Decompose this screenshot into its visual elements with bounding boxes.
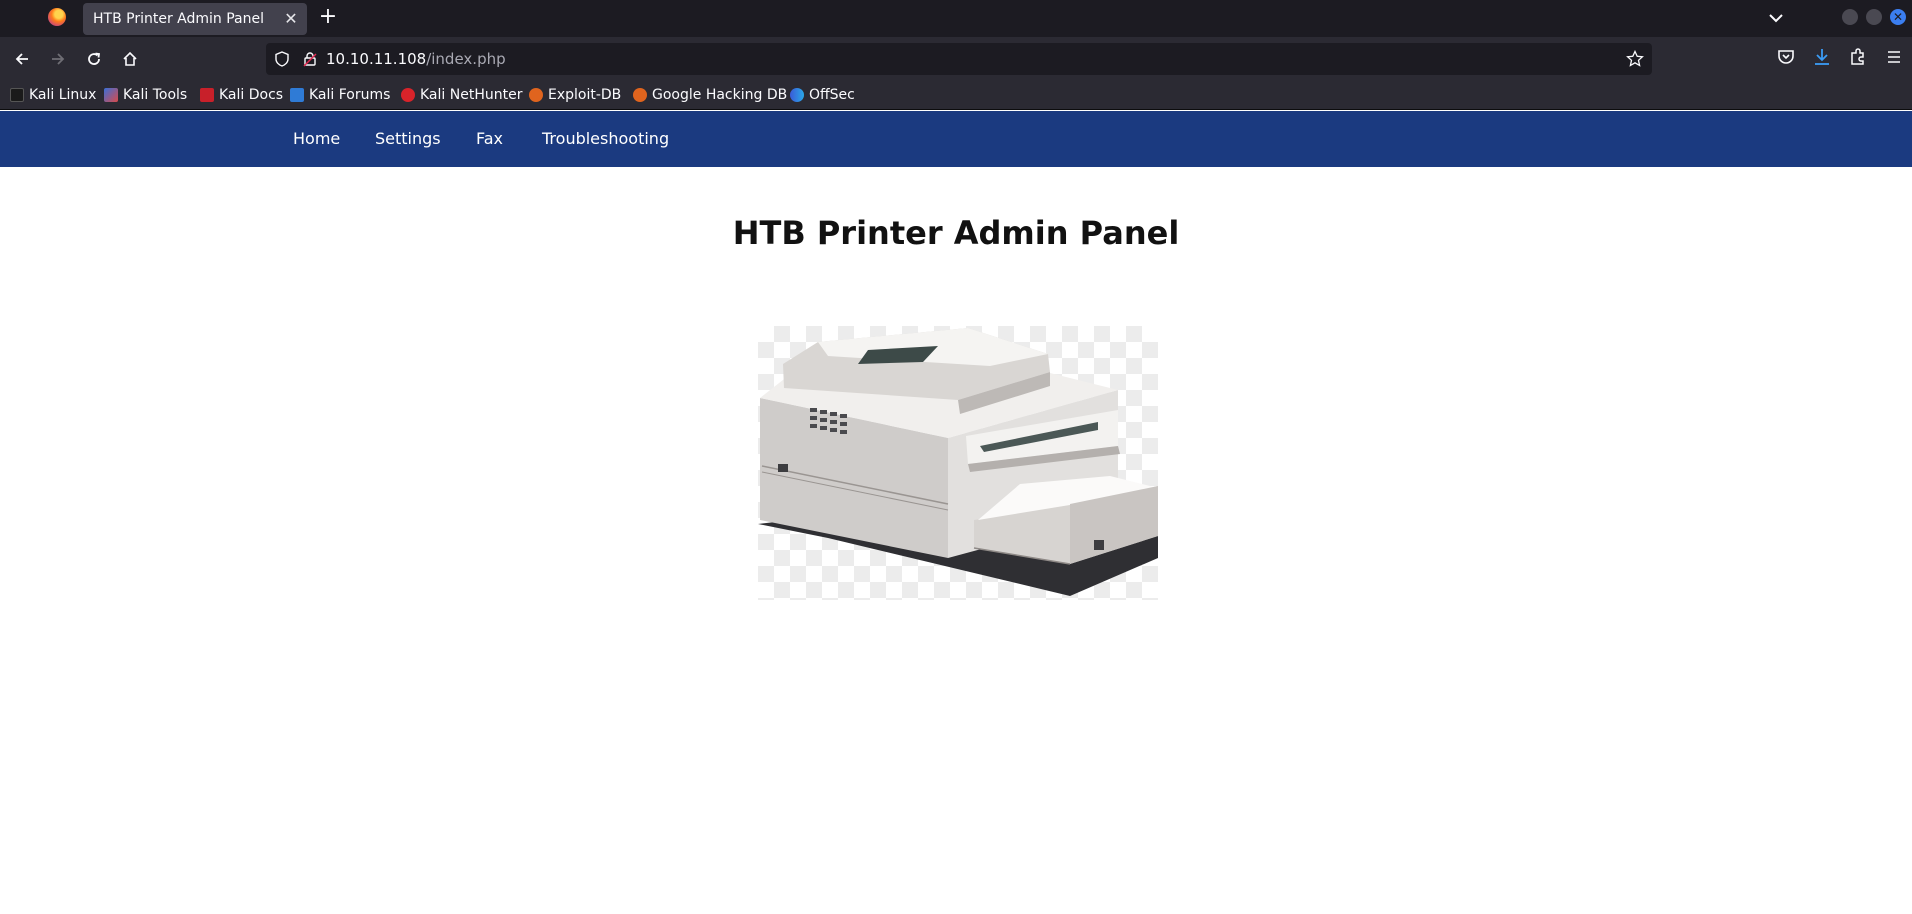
url-path: /index.php — [426, 50, 506, 68]
bookmark-kali-linux[interactable]: Kali Linux — [10, 86, 96, 104]
url-text: 10.10.11.108/index.php — [326, 50, 506, 68]
reload-button[interactable] — [80, 45, 108, 73]
bookmark-label: Kali Linux — [29, 87, 97, 103]
bookmark-google-hacking-db[interactable]: Google Hacking DB — [633, 86, 787, 104]
bookmark-label: Kali Docs — [219, 87, 284, 103]
bookmark-offsec[interactable]: OffSec — [790, 86, 855, 104]
nav-fax-link[interactable]: Fax — [476, 129, 503, 148]
pocket-icon[interactable] — [1774, 45, 1798, 69]
back-arrow-icon — [15, 53, 28, 65]
tab-list-chevron-icon[interactable] — [1764, 7, 1788, 29]
nav-troubleshooting-link[interactable]: Troubleshooting — [542, 129, 669, 148]
site-nav-bar: Home Settings Fax Troubleshooting — [0, 111, 1912, 167]
forward-button[interactable] — [44, 45, 72, 73]
downloads-icon[interactable] — [1810, 45, 1834, 69]
exploit-db-icon — [529, 88, 543, 102]
bookmark-kali-forums[interactable]: Kali Forums — [290, 86, 390, 104]
bookmark-label: Google Hacking DB — [652, 87, 788, 103]
bookmark-kali-docs[interactable]: Kali Docs — [200, 86, 283, 104]
menu-hamburger-icon[interactable] — [1882, 45, 1906, 69]
browser-nav-bar: 10.10.11.108/index.php — [0, 37, 1912, 81]
bookmarks-toolbar: Kali Linux Kali Tools Kali Docs Kali For… — [0, 81, 1912, 110]
kali-nethunter-icon — [401, 88, 415, 102]
home-icon — [123, 51, 137, 66]
home-button[interactable] — [116, 45, 144, 73]
browser-tab[interactable]: HTB Printer Admin Panel ✕ — [83, 3, 307, 35]
kali-docs-icon — [200, 88, 214, 102]
offsec-icon — [790, 88, 804, 102]
bookmark-label: Kali Tools — [123, 87, 188, 103]
kali-tools-icon — [104, 88, 118, 102]
bookmark-exploit-db[interactable]: Exploit-DB — [529, 86, 621, 104]
kali-forums-icon — [290, 88, 304, 102]
new-tab-button[interactable]: + — [316, 6, 340, 30]
insecure-lock-icon[interactable] — [302, 51, 318, 67]
page-title: HTB Printer Admin Panel — [732, 214, 1180, 252]
kali-dragon-icon — [10, 88, 24, 102]
forward-arrow-icon — [52, 53, 65, 65]
bookmark-label: Kali NetHunter — [420, 87, 523, 103]
close-window-button[interactable]: ✕ — [1890, 9, 1906, 25]
close-tab-icon[interactable]: ✕ — [281, 9, 301, 29]
ghdb-icon — [633, 88, 647, 102]
bookmark-star-icon[interactable] — [1626, 50, 1644, 68]
printer-image — [758, 326, 1158, 600]
tracking-protection-shield-icon[interactable] — [274, 51, 290, 67]
tab-title: HTB Printer Admin Panel — [93, 11, 264, 27]
url-host: 10.10.11.108 — [326, 50, 427, 68]
bookmark-kali-nethunter[interactable]: Kali NetHunter — [401, 86, 522, 104]
minimize-button[interactable] — [1842, 9, 1858, 25]
nav-home-link[interactable]: Home — [293, 129, 340, 148]
extensions-icon[interactable] — [1846, 45, 1870, 69]
reload-icon — [88, 52, 101, 65]
maximize-button[interactable] — [1866, 9, 1882, 25]
nav-settings-link[interactable]: Settings — [375, 129, 441, 148]
url-bar[interactable]: 10.10.11.108/index.php — [266, 43, 1652, 75]
bookmark-kali-tools[interactable]: Kali Tools — [104, 86, 187, 104]
firefox-icon[interactable] — [48, 8, 66, 26]
browser-tab-bar: HTB Printer Admin Panel ✕ + ✕ — [0, 0, 1912, 37]
bookmark-label: Kali Forums — [309, 87, 391, 103]
bookmark-label: Exploit-DB — [548, 87, 622, 103]
bookmark-label: OffSec — [809, 87, 855, 103]
back-button[interactable] — [8, 45, 36, 73]
